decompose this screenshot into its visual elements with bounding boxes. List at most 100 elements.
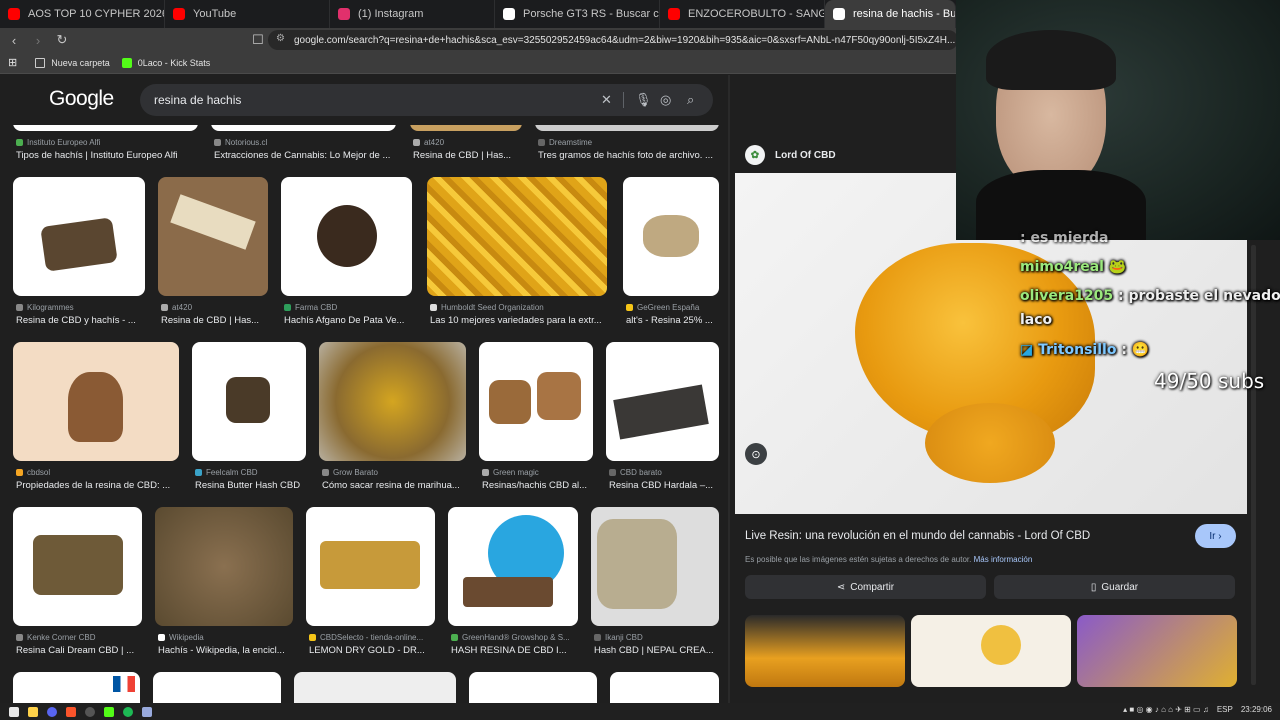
search-icon[interactable]: ⌕ — [687, 92, 694, 108]
result-title[interactable]: Resina CBD Hardala –... — [609, 480, 719, 491]
result-source: at420 — [161, 303, 192, 312]
lens-search-icon[interactable]: ⊙ — [745, 443, 767, 465]
back-icon[interactable]: ‹ — [4, 30, 24, 50]
image-thumb[interactable] — [211, 125, 396, 131]
chat-user: mimo4real — [1020, 259, 1104, 275]
google-logo[interactable]: Google — [49, 87, 114, 111]
save-button[interactable]: ▯ Guardar — [994, 575, 1235, 599]
bookmark-kick-stats[interactable]: 0Laco - Kick Stats — [121, 57, 210, 68]
apps-grid-icon[interactable]: ⊞ — [8, 56, 17, 69]
image-thumb[interactable] — [281, 177, 412, 296]
image-thumb[interactable] — [13, 672, 140, 703]
search-query[interactable]: resina de hachis — [154, 93, 241, 107]
result-title[interactable]: Resina Butter Hash CBD — [195, 480, 307, 491]
image-thumb[interactable] — [13, 507, 142, 626]
image-thumb[interactable] — [306, 507, 435, 626]
site-info-icon[interactable]: ⚙ — [276, 33, 285, 44]
image-thumb[interactable] — [427, 177, 607, 296]
tab-youtube[interactable]: YouTube — [165, 0, 330, 28]
image-thumb[interactable] — [13, 342, 179, 461]
image-thumb[interactable] — [192, 342, 306, 461]
result-title[interactable]: Resina de CBD y hachís - ... — [16, 315, 144, 326]
result-title[interactable]: Resina de CBD | Has... — [413, 150, 523, 161]
tab-enzo[interactable]: ENZOCEROBULTO - SANGRE PURA D — [660, 0, 825, 28]
image-thumb[interactable] — [448, 507, 578, 626]
image-thumb[interactable] — [158, 177, 268, 296]
result-title[interactable]: Cómo sacar resina de marihua... — [322, 480, 466, 491]
image-thumb[interactable] — [319, 342, 466, 461]
result-title[interactable]: Resinas/hachis CBD al... — [482, 480, 592, 491]
language-indicator[interactable]: ESP — [1217, 705, 1233, 714]
result-title[interactable]: Hash CBD | NEPAL CREA... — [594, 645, 718, 656]
image-thumb[interactable] — [606, 342, 719, 461]
tab-instagram[interactable]: (1) Instagram — [330, 0, 495, 28]
clear-icon[interactable]: ✕ — [601, 92, 612, 108]
image-thumb[interactable] — [469, 672, 597, 703]
result-title[interactable]: LEMON DRY GOLD - DR... — [309, 645, 435, 656]
lens-icon[interactable]: ◎ — [660, 92, 671, 108]
tab-porsche[interactable]: Porsche GT3 RS - Buscar con Google — [495, 0, 660, 28]
discord-icon[interactable] — [47, 706, 57, 717]
more-info-link[interactable]: Más información — [974, 555, 1033, 564]
mic-icon[interactable]: 🎙 — [635, 92, 652, 108]
result-title[interactable]: Hachís - Wikipedia, la encicl... — [158, 645, 292, 656]
france-flag-icon — [113, 676, 135, 692]
tray-icons[interactable]: ▴ ■ ◎ ◉ ♪ ⌂ ⌂ ✈ ⊞ ▭ ♫ — [1123, 705, 1209, 714]
result-title[interactable]: Las 10 mejores variedades para la extr..… — [430, 315, 606, 326]
divider — [728, 75, 730, 703]
bookmark-nueva-carpeta[interactable]: Nueva carpeta — [35, 57, 110, 68]
image-thumb[interactable] — [155, 507, 293, 626]
image-thumb[interactable] — [623, 177, 719, 296]
panel-title[interactable]: Live Resin: una revolución en el mundo d… — [745, 530, 1090, 542]
file-explorer-icon[interactable] — [28, 706, 38, 717]
image-thumb[interactable] — [13, 125, 198, 131]
url-field[interactable]: ⚙ google.com/search?q=resina+de+hachis&s… — [268, 30, 958, 50]
result-title[interactable]: Tipos de hachís | Instituto Europeo Alfi — [16, 150, 198, 161]
result-title[interactable]: alt's - Resina 25% ... — [626, 315, 718, 326]
result-title[interactable]: Extracciones de Cannabis: Lo Mejor de ..… — [214, 150, 396, 161]
divider — [623, 92, 624, 108]
result-title[interactable]: Hachís Afgano De Pata Ve... — [284, 315, 412, 326]
related-image[interactable] — [911, 615, 1071, 687]
result-title[interactable]: Resina Cali Dream CBD | ... — [16, 645, 141, 656]
related-image[interactable] — [1077, 615, 1237, 687]
panel-source-label: Lord Of CBD — [775, 149, 836, 161]
clock[interactable]: 23:29:06 — [1241, 705, 1272, 714]
resin-chunk-shape — [68, 372, 123, 442]
image-thumb[interactable] — [591, 507, 719, 626]
tab-resina[interactable]: resina de hachis - Buscar con G — [825, 0, 956, 28]
kick-icon[interactable] — [104, 706, 114, 717]
google-header: Google resina de hachis ✕ 🎙 ◎ ⌕ — [0, 75, 728, 125]
obs-icon[interactable] — [85, 706, 95, 717]
spotify-icon[interactable] — [123, 706, 133, 717]
image-thumb[interactable] — [153, 672, 281, 703]
source-label: Feelcalm CBD — [206, 468, 258, 477]
panel-source[interactable]: ✿ Lord Of CBD — [745, 145, 836, 165]
related-image[interactable] — [745, 615, 905, 687]
image-thumb[interactable] — [479, 342, 593, 461]
image-thumb[interactable] — [13, 177, 145, 296]
tab-youtube-cypher[interactable]: AOS TOP 10 CYPHER 2026 ARG - You — [0, 0, 165, 28]
share-button[interactable]: ⋖ Compartir — [745, 575, 986, 599]
result-title[interactable]: Resina de CBD | Has... — [161, 315, 267, 326]
bookmark-icon[interactable]: ☐ — [248, 30, 268, 50]
hash-block-shape — [489, 380, 531, 424]
go-label: Ir — [1209, 530, 1216, 542]
result-title[interactable]: Propiedades de la resina de CBD: ... — [16, 480, 178, 491]
image-thumb[interactable] — [535, 125, 719, 131]
result-title[interactable]: Tres gramos de hachís foto de archivo. .… — [538, 150, 718, 161]
site-favicon-icon — [413, 139, 420, 146]
app-icon[interactable] — [142, 706, 152, 717]
hash-block-shape — [33, 535, 123, 595]
forward-icon[interactable]: › — [28, 30, 48, 50]
image-thumb[interactable] — [294, 672, 456, 703]
reload-icon[interactable]: ↻ — [52, 30, 72, 50]
start-icon[interactable] — [9, 706, 19, 717]
search-box[interactable]: resina de hachis ✕ 🎙 ◎ ⌕ — [140, 84, 713, 116]
result-title[interactable]: HASH RESINA DE CBD I... — [451, 645, 577, 656]
brave-icon[interactable] — [66, 706, 76, 717]
image-thumb[interactable] — [410, 125, 522, 131]
site-favicon-icon — [16, 634, 23, 641]
go-button[interactable]: Ir › — [1195, 524, 1236, 548]
image-thumb[interactable] — [610, 672, 719, 703]
